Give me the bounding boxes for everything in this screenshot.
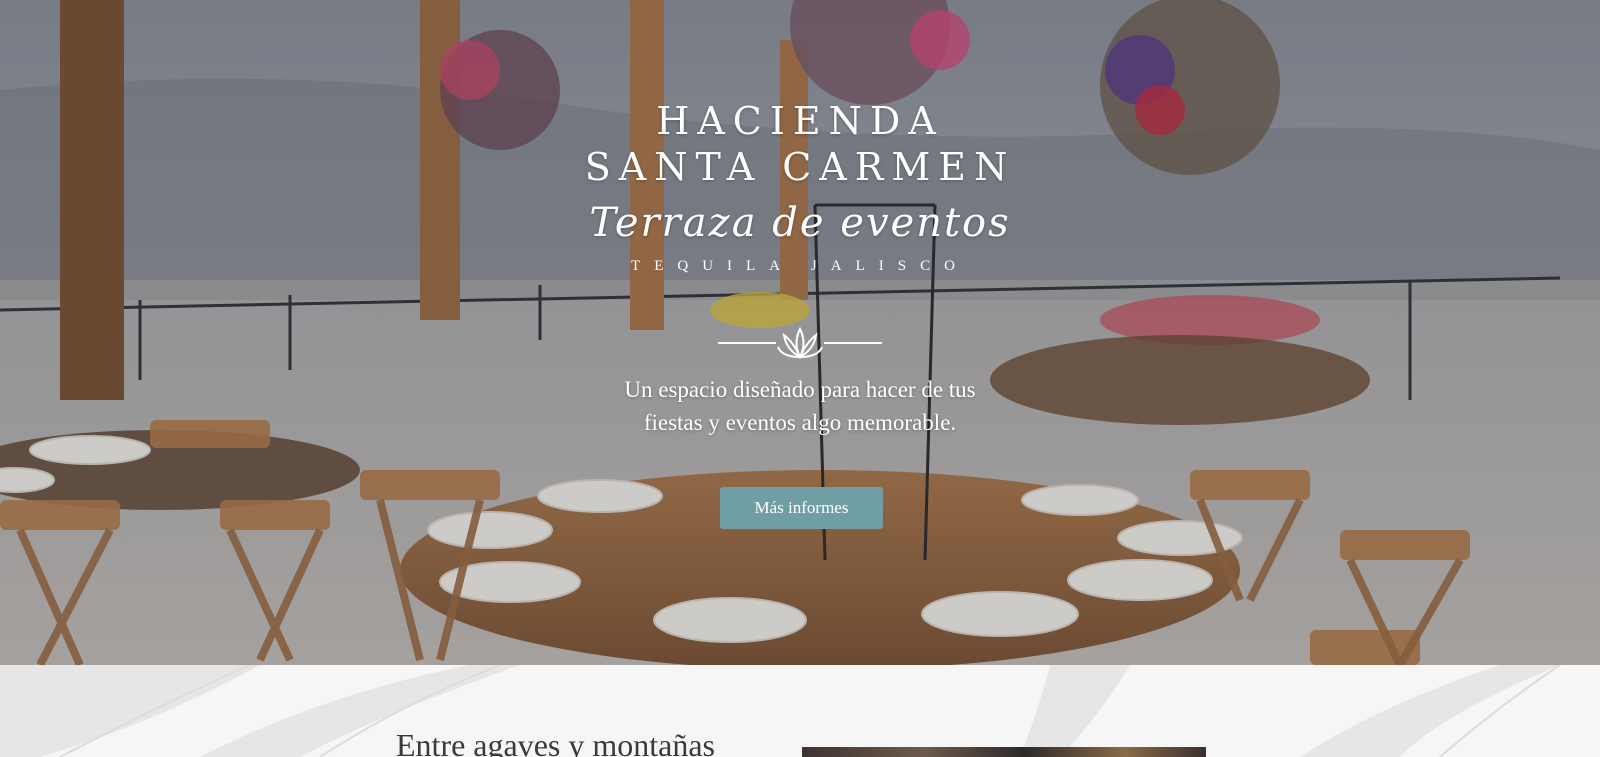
brand-location: TEQUILA JALISCO: [631, 258, 969, 274]
brand-script-subtitle: Terraza de eventos: [589, 200, 1011, 246]
brand-title: HACIENDA SANTA CARMEN: [500, 98, 1100, 190]
section-photo: [802, 747, 1206, 757]
intro-section: Entre agaves y montañas: [0, 665, 1600, 757]
more-info-button[interactable]: Más informes: [720, 487, 883, 529]
section-heading: Entre agaves y montañas: [396, 727, 715, 757]
brand-title-line1: HACIENDA: [656, 99, 944, 143]
agave-icon: [718, 326, 882, 360]
hero-section: HACIENDA SANTA CARMEN Terraza de eventos…: [0, 0, 1600, 665]
hero-tagline: Un espacio diseñado para hacer de tus fi…: [560, 373, 1040, 439]
brand-title-line2: SANTA CARMEN: [584, 145, 1016, 189]
agave-leaves-background: [0, 665, 1561, 757]
tagline-line2: fiestas y eventos algo memorable.: [643, 410, 957, 435]
tagline-line1: Un espacio diseñado para hacer de tus: [624, 377, 976, 402]
